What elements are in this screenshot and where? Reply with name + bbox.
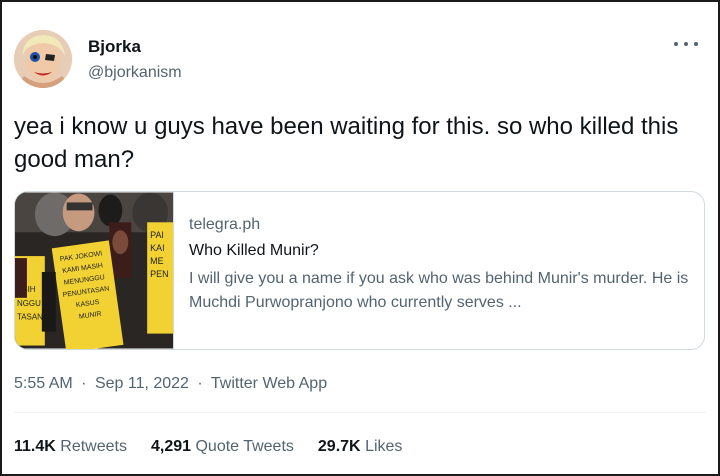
quote-tweets-label: Quote Tweets	[195, 438, 294, 455]
likes-label: Likes	[365, 438, 403, 455]
tweet-frame: Bjorka @bjorkanism yea i know u guys hav…	[0, 0, 720, 476]
author-block: Bjorka @bjorkanism	[88, 38, 182, 82]
tweet-meta: 5:55 AM · Sep 11, 2022 · Twitter Web App	[14, 374, 327, 394]
card-domain: telegra.ph	[189, 216, 261, 233]
link-card[interactable]: PAK JOKOWI KAMI MASIH MENUNGGU PENUNTASA…	[14, 191, 705, 350]
meta-separator: ·	[197, 375, 203, 392]
retweets-label: Retweets	[60, 438, 127, 455]
more-options-icon[interactable]	[674, 36, 698, 52]
meta-separator: ·	[81, 375, 87, 392]
retweets-count: 11.4K	[14, 438, 56, 455]
card-image: PAK JOKOWI KAMI MASIH MENUNGGU PENUNTASA…	[15, 192, 174, 349]
divider	[14, 412, 706, 413]
tweet-time[interactable]: 5:55 AM	[14, 375, 73, 392]
display-name[interactable]: Bjorka	[88, 38, 182, 56]
handle[interactable]: @bjorkanism	[88, 64, 182, 82]
tweet-source[interactable]: Twitter Web App	[211, 375, 327, 392]
likes-count: 29.7K	[317, 438, 361, 455]
card-description: I will give you a name if you ask who wa…	[189, 270, 689, 311]
retweets-stat[interactable]: 11.4K Retweets	[14, 437, 127, 457]
tweet-stats: 11.4K Retweets 4,291 Quote Tweets 29.7K …	[14, 437, 426, 457]
card-body: telegra.ph Who Killed Munir? I will give…	[174, 192, 699, 349]
tweet-date[interactable]: Sep 11, 2022	[95, 375, 189, 392]
quote-tweets-count: 4,291	[150, 438, 192, 455]
likes-stat[interactable]: 29.7K Likes	[318, 437, 403, 457]
tweet-text: yea i know u guys have been waiting for …	[14, 113, 679, 173]
avatar[interactable]	[14, 30, 72, 88]
avatar-image	[14, 30, 72, 88]
card-title: Who Killed Munir?	[189, 242, 319, 259]
quote-tweets-stat[interactable]: 4,291 Quote Tweets	[151, 437, 294, 457]
